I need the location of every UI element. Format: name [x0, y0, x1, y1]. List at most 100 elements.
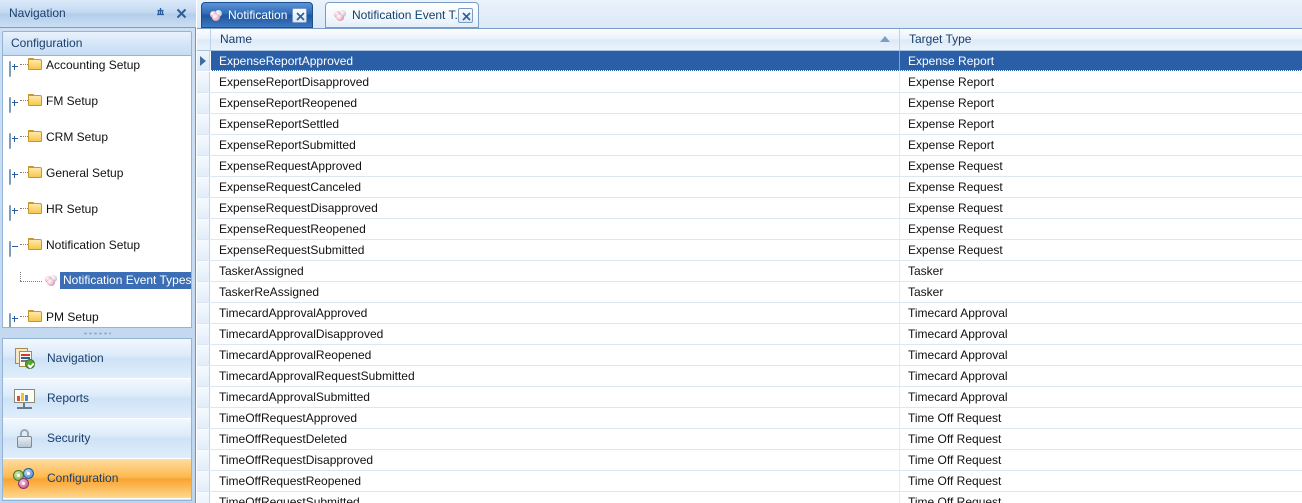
- table-row[interactable]: ExpenseRequestDisapproved Expense Request: [197, 198, 1302, 219]
- tree-item-notification-setup[interactable]: Notification Setup: [3, 236, 191, 257]
- cell-target-type: Timecard Approval: [900, 345, 1302, 365]
- cell-name: ExpenseRequestSubmitted: [211, 240, 900, 260]
- nav-button-navigation[interactable]: Navigation: [3, 339, 191, 379]
- cell-name: TimeOffRequestReopened: [211, 471, 900, 491]
- row-indicator: [197, 492, 210, 503]
- tree-item-label: CRM Setup: [46, 130, 109, 144]
- column-header-name[interactable]: Name: [211, 29, 900, 50]
- table-row[interactable]: TimecardApprovalSubmitted Timecard Approv…: [197, 387, 1302, 408]
- tree-connector: [20, 136, 28, 138]
- focus-outline: [211, 70, 1302, 71]
- configuration-section-header[interactable]: Configuration: [2, 31, 192, 56]
- collapse-icon[interactable]: [9, 240, 19, 257]
- tree-item-label: HR Setup: [46, 202, 99, 216]
- navigation-panel: Navigation Configuration Accounting Setu…: [0, 0, 196, 503]
- column-header-target-type[interactable]: Target Type: [900, 29, 1302, 50]
- cell-name: ExpenseRequestApproved: [211, 156, 900, 176]
- tab-notification-event-t[interactable]: Notification Event T...: [325, 2, 479, 28]
- table-row[interactable]: TimeOffRequestSubmitted Time Off Request: [197, 492, 1302, 503]
- table-row[interactable]: TimeOffRequestReopened Time Off Request: [197, 471, 1302, 492]
- table-row[interactable]: TimeOffRequestDisapproved Time Off Reques…: [197, 450, 1302, 471]
- tree-connector: [20, 208, 28, 210]
- security-icon: [13, 428, 37, 450]
- tab-close-icon[interactable]: [292, 8, 307, 23]
- table-row[interactable]: ExpenseReportSubmitted Expense Report: [197, 135, 1302, 156]
- tree-item-fm-setup[interactable]: FM Setup: [3, 92, 191, 113]
- tree-item-crm-setup[interactable]: CRM Setup: [3, 128, 191, 149]
- row-indicator: [197, 282, 210, 302]
- close-icon[interactable]: [173, 5, 190, 22]
- table-row[interactable]: TimecardApprovalRequestSubmitted Timecard…: [197, 366, 1302, 387]
- tab-strip: Notification Notification Event T...: [197, 0, 1302, 29]
- row-indicator: [197, 240, 210, 260]
- table-row[interactable]: TaskerReAssigned Tasker: [197, 282, 1302, 303]
- table-row[interactable]: ExpenseRequestApproved Expense Request: [197, 156, 1302, 177]
- tree-item-label: General Setup: [46, 166, 124, 180]
- cell-name: TimecardApprovalRequestSubmitted: [211, 366, 900, 386]
- cell-target-type: Expense Request: [900, 219, 1302, 239]
- nav-button-reports[interactable]: Reports: [3, 379, 191, 419]
- table-row[interactable]: ExpenseRequestReopened Expense Request: [197, 219, 1302, 240]
- grid-body: ExpenseReportApproved Expense Report Expen…: [197, 51, 1302, 503]
- expand-icon[interactable]: [9, 132, 19, 149]
- row-indicator: [197, 177, 210, 197]
- tab-label: Notification: [228, 8, 288, 22]
- row-indicator: [197, 387, 210, 407]
- folder-icon: [28, 166, 43, 180]
- expand-icon[interactable]: [9, 204, 19, 221]
- expand-icon[interactable]: [9, 312, 19, 327]
- configuration-section-label: Configuration: [11, 36, 83, 50]
- grid-header: Name Target Type Disable: [197, 29, 1302, 51]
- cell-target-type: Expense Report: [900, 114, 1302, 134]
- folder-icon: [28, 310, 43, 324]
- notification-icon: [44, 274, 59, 288]
- row-indicator: [197, 324, 210, 344]
- table-row[interactable]: ExpenseReportReopened Expense Report: [197, 93, 1302, 114]
- cell-name: ExpenseReportApproved: [211, 51, 900, 71]
- tree-item-label: FM Setup: [46, 94, 99, 108]
- row-indicator: [197, 114, 210, 134]
- table-row[interactable]: TaskerAssigned Tasker: [197, 261, 1302, 282]
- row-indicator: [197, 51, 210, 71]
- table-row[interactable]: ExpenseRequestSubmitted Expense Request: [197, 240, 1302, 261]
- tree-item-hr-setup[interactable]: HR Setup: [3, 200, 191, 221]
- pin-icon[interactable]: [152, 5, 169, 22]
- cell-target-type: Expense Request: [900, 177, 1302, 197]
- cell-target-type: Timecard Approval: [900, 303, 1302, 323]
- table-row[interactable]: ExpenseRequestCanceled Expense Request: [197, 177, 1302, 198]
- table-row[interactable]: TimeOffRequestApproved Time Off Request: [197, 408, 1302, 429]
- cell-name: ExpenseRequestCanceled: [211, 177, 900, 197]
- table-row[interactable]: ExpenseReportSettled Expense Report: [197, 114, 1302, 135]
- tree-item-accounting-setup[interactable]: Accounting Setup: [3, 56, 191, 77]
- tree-connector: [20, 281, 42, 283]
- tree-item-label: Notification Event Types: [60, 272, 191, 289]
- panel-splitter[interactable]: [2, 329, 192, 338]
- tree-item-pm-setup[interactable]: PM Setup: [3, 308, 191, 327]
- tab-close-icon[interactable]: [458, 8, 473, 23]
- tree-item-notification-event-types[interactable]: Notification Event Types: [3, 272, 191, 290]
- expand-icon[interactable]: [9, 168, 19, 185]
- tree-item-label: Accounting Setup: [46, 58, 141, 72]
- table-row[interactable]: TimecardApprovalApproved Timecard Approva…: [197, 303, 1302, 324]
- row-indicator: [197, 345, 210, 365]
- tree-item-general-setup[interactable]: General Setup: [3, 164, 191, 185]
- cell-name: TimecardApprovalReopened: [211, 345, 900, 365]
- tree-connector: [20, 172, 28, 174]
- table-row[interactable]: TimeOffRequestDeleted Time Off Request: [197, 429, 1302, 450]
- cell-target-type: Timecard Approval: [900, 387, 1302, 407]
- table-row[interactable]: ExpenseReportDisapproved Expense Report: [197, 72, 1302, 93]
- table-row[interactable]: TimecardApprovalReopened Timecard Approva…: [197, 345, 1302, 366]
- folder-icon: [28, 58, 43, 72]
- expand-icon[interactable]: [9, 96, 19, 113]
- table-row[interactable]: TimecardApprovalDisapproved Timecard Appr…: [197, 324, 1302, 345]
- row-indicator: [197, 93, 210, 113]
- nav-button-label: Security: [47, 431, 91, 445]
- tree-connector: [20, 316, 28, 318]
- sort-ascending-icon: [880, 36, 890, 42]
- expand-icon[interactable]: [9, 60, 19, 77]
- tab-notification[interactable]: Notification: [201, 2, 313, 28]
- nav-button-security[interactable]: Security: [3, 419, 191, 459]
- nav-button-configuration[interactable]: Configuration: [3, 459, 191, 499]
- cell-name: ExpenseRequestDisapproved: [211, 198, 900, 218]
- table-row[interactable]: ExpenseReportApproved Expense Report: [197, 51, 1302, 72]
